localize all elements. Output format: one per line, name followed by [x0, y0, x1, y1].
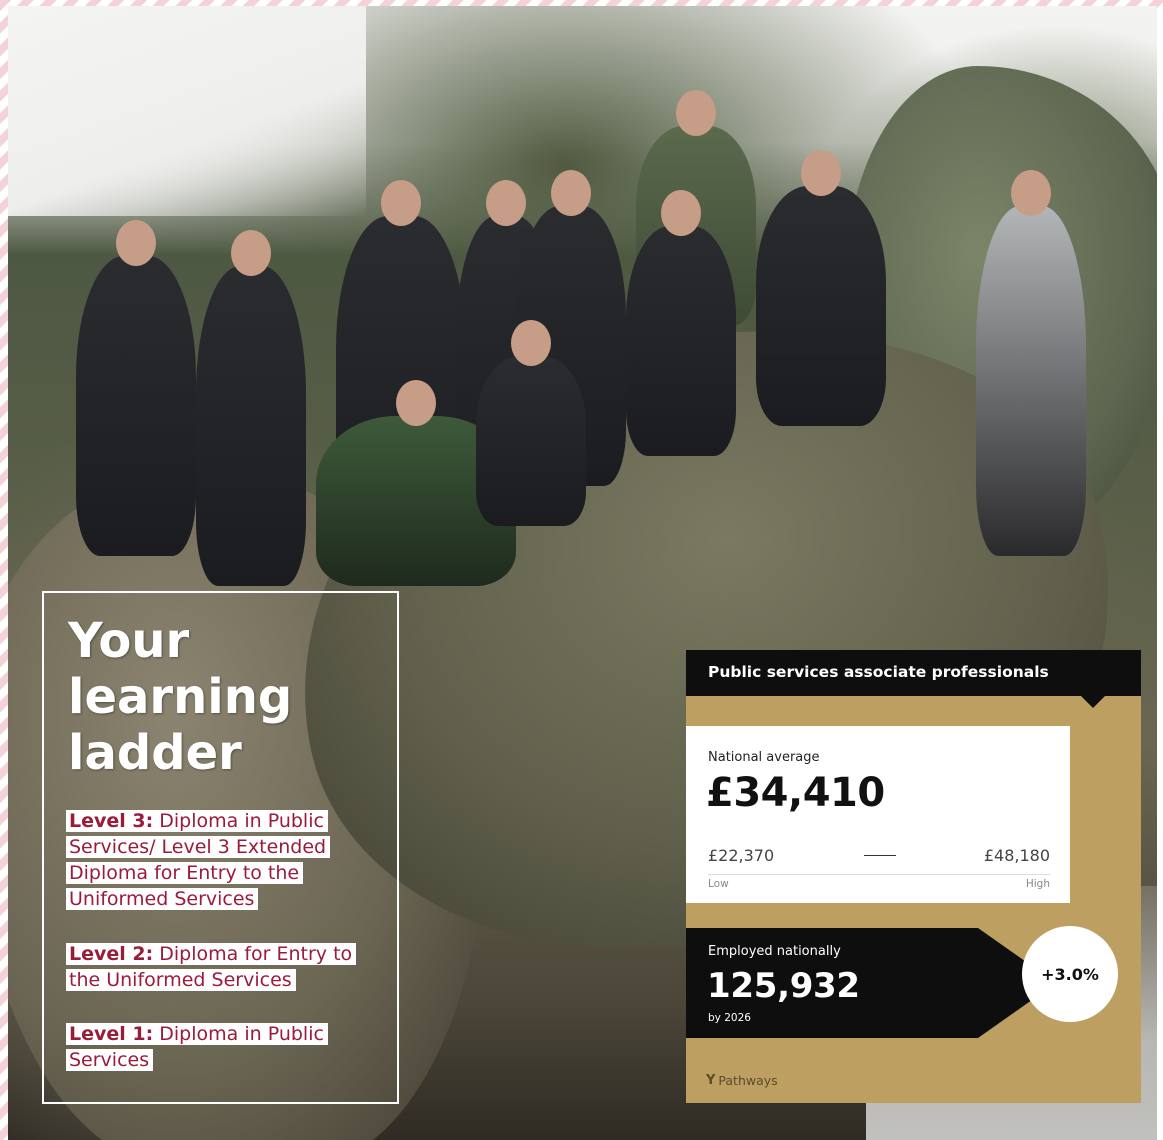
card-title: Public services associate professionals: [708, 663, 1049, 681]
pathways-logo-icon: Y: [706, 1073, 716, 1088]
employment-panel: Employed nationally 125,932 by 2026: [686, 928, 1056, 1038]
salary-range-dash: [864, 855, 896, 856]
salary-high-label: High: [1025, 878, 1050, 890]
decorative-stripe-left: [0, 0, 8, 1140]
employment-year: by 2026: [708, 1012, 751, 1024]
salary-low-label: Low: [708, 878, 729, 890]
ladder-level-3: Level 3: Diploma in Public Services/ Lev…: [66, 808, 386, 912]
employment-value: 125,932: [707, 966, 860, 1006]
salary-high: £48,180: [983, 846, 1050, 865]
employment-label: Employed nationally: [708, 944, 841, 959]
growth-badge: +3.0%: [1022, 926, 1118, 1022]
salary-panel: National average £34,410 £22,370 £48,180…: [686, 726, 1070, 903]
card-header-notch: [1081, 696, 1105, 708]
salary-value: £34,410: [706, 770, 885, 816]
ladder-level-2: Level 2: Diploma for Entry to the Unifor…: [66, 941, 386, 993]
learning-ladder-title: Your learning ladder: [68, 613, 293, 781]
ladder-level-1: Level 1: Diploma in Public Services: [66, 1021, 386, 1073]
learning-ladder-box: Your learning ladder Level 3: Diploma in…: [42, 591, 399, 1104]
salary-label: National average: [708, 750, 820, 765]
salary-low: £22,370: [708, 846, 775, 865]
career-stats-card: Public services associate professionals …: [686, 650, 1141, 1103]
card-header: Public services associate professionals: [686, 650, 1141, 696]
pathways-brand: Y Pathways: [706, 1073, 778, 1088]
growth-value: +3.0%: [1041, 964, 1099, 984]
photo-people: [16, 66, 1096, 626]
salary-divider: [708, 874, 1050, 875]
pathways-brand-label: Pathways: [718, 1073, 778, 1088]
